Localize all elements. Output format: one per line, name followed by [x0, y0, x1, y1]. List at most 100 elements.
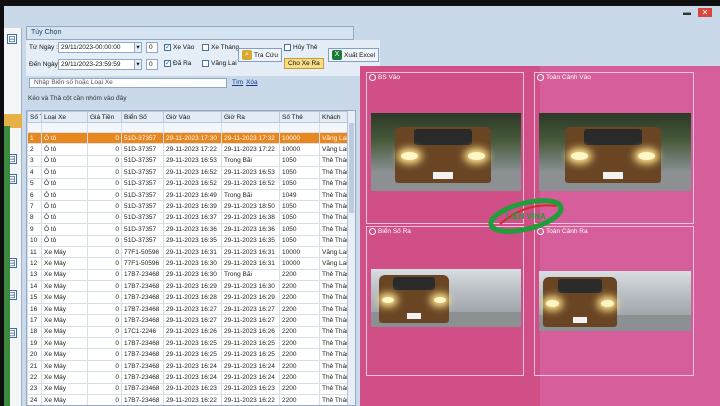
- table-cell: 0: [87, 166, 122, 179]
- table-cell: Xe Máy: [41, 314, 88, 327]
- table-row[interactable]: 10 Ô tô 0 51D-37357 29-11-2023 16:35 29-11-20…: [27, 234, 350, 247]
- da-ra-label: Đã Ra: [173, 60, 192, 67]
- filter-cell[interactable]: [279, 122, 320, 133]
- table-cell: 2200: [279, 382, 320, 396]
- table-cell: 1050: [279, 177, 320, 190]
- table-row[interactable]: 22 Xe Máy 0 17B7-23468 29-11-2023 16:24 29-11…: [27, 371, 350, 384]
- table-row[interactable]: 1Ô tô 0 51D-37357 29-11-2023 17:30 29-11-202…: [27, 131, 350, 145]
- collapse-icon[interactable]: ⊟: [7, 34, 17, 44]
- to-spin-input[interactable]: 0: [146, 59, 158, 70]
- checkbox-checked-icon: ✓: [164, 60, 171, 67]
- minimize-button[interactable]: ▬: [680, 8, 694, 17]
- scrollbar-thumb[interactable]: [349, 123, 354, 213]
- table-cell: 51D-37357: [121, 177, 164, 190]
- table-cell: 51D-37357: [121, 166, 164, 179]
- from-spin-input[interactable]: 0: [146, 42, 158, 53]
- chevron-down-icon[interactable]: ▾: [134, 42, 142, 53]
- table-cell: 17B7-23468: [121, 359, 164, 373]
- filter-cell[interactable]: [41, 122, 88, 133]
- table-cell: Vãng Lai: [319, 143, 350, 156]
- column-header[interactable]: Khách: [319, 111, 350, 123]
- column-header[interactable]: Số T: [27, 111, 42, 123]
- table-cell: 1050: [279, 166, 320, 179]
- vang-lai-checkbox[interactable]: Vãng Lai: [202, 60, 237, 67]
- table-cell: 2: [27, 143, 42, 156]
- clear-link[interactable]: Xóa: [246, 79, 258, 86]
- table-row[interactable]: 16 Xe Máy 0 17B7-23468 29-11-2023 16:27 29-11…: [27, 302, 350, 316]
- table-cell: Thẻ Tháng: [319, 359, 350, 373]
- table-row[interactable]: 5Ô tô 0 51D-37357 29-11-2023 16:52 29-11-202…: [27, 177, 350, 190]
- filter-cell[interactable]: [87, 122, 122, 133]
- table-cell: 17B7-23468: [121, 280, 164, 293]
- filter-cell[interactable]: [163, 122, 222, 133]
- filter-cell[interactable]: [27, 122, 42, 133]
- column-header[interactable]: Giá Tiền: [87, 111, 122, 123]
- huy-the-label: Hủy Thẻ: [293, 44, 318, 51]
- column-header[interactable]: Giờ Vào: [163, 111, 222, 123]
- from-date-input[interactable]: 29/11/2023-00:00:00: [58, 42, 142, 53]
- xe-thang-checkbox[interactable]: Xe Tháng: [202, 44, 239, 51]
- table-cell: Ô tô: [41, 200, 88, 213]
- table-cell: 0: [87, 337, 122, 350]
- cho-xe-ra-button[interactable]: Cho Xe Ra: [284, 58, 324, 69]
- table-cell: 51D-37357: [121, 200, 164, 213]
- column-header[interactable]: Loại Xe: [41, 111, 88, 123]
- xe-vao-checkbox[interactable]: ✓ Xe Vào: [164, 44, 194, 51]
- to-date-input[interactable]: 29/11/2023-23:59:59: [58, 59, 142, 70]
- da-ra-checkbox[interactable]: ✓ Đã Ra: [164, 60, 191, 67]
- vertical-scrollbar[interactable]: [347, 111, 355, 405]
- find-link[interactable]: Tìm: [232, 79, 243, 86]
- table-row[interactable]: 17 Xe Máy 0 17B7-23468 29-11-2023 16:27 29-11…: [27, 314, 350, 327]
- table-row[interactable]: 13 Xe Máy 0 17B7-23468 29-11-2023 16:30 Trong…: [27, 268, 350, 282]
- table-row[interactable]: 7Ô tô 0 51D-37357 29-11-2023 16:39 29-11-202…: [27, 200, 350, 213]
- table-cell: 0: [87, 143, 122, 156]
- table-row[interactable]: 19 Xe Máy 0 17B7-23468 29-11-2023 16:25 29-11…: [27, 337, 350, 350]
- table-row[interactable]: 23 Xe Máy 0 17B7-23468 29-11-2023 16:23 29-11…: [27, 382, 350, 396]
- table-row[interactable]: 8Ô tô 0 51D-37357 29-11-2023 16:37 29-11-202…: [27, 211, 350, 225]
- table-row[interactable]: 3Ô tô 0 51D-37357 29-11-2023 16:53 Trong Bãi…: [27, 154, 350, 168]
- tra-cuu-button[interactable]: ⌕ Tra Cứu: [238, 48, 282, 62]
- column-header[interactable]: Giờ Ra: [221, 111, 280, 123]
- table-cell: Xe Máy: [41, 245, 88, 259]
- table-cell: 0: [87, 325, 122, 339]
- table-cell: Ô tô: [41, 211, 88, 225]
- table-row[interactable]: 2Ô tô 0 51D-37357 29-11-2023 17:22 29-11-202…: [27, 143, 350, 156]
- table-row[interactable]: 9Ô tô 0 51D-37357 29-11-2023 16:36 29-11-202…: [27, 223, 350, 236]
- table-row[interactable]: 15 Xe Máy 0 17B7-23468 29-11-2023 16:28 29-11…: [27, 291, 350, 304]
- camera-title: Biển Số Ra: [369, 228, 411, 235]
- checkbox-icon: [202, 44, 209, 51]
- table-cell: 2200: [279, 314, 320, 327]
- filter-cell[interactable]: [221, 122, 280, 133]
- table-cell: Thẻ Tháng: [319, 337, 350, 350]
- table-row[interactable]: 24 Xe Máy 0 17B7-23468 29-11-2023 16:22 29-11…: [27, 393, 350, 405]
- table-cell: 29-11-2023 16:24: [163, 371, 222, 384]
- vehicle-table: Số TLoại XeGiá TiềnBiển SốGiờ VàoGiờ RaS…: [27, 111, 350, 405]
- filter-cell[interactable]: [121, 122, 164, 133]
- table-cell: Xe Máy: [41, 291, 88, 304]
- table-cell: Thẻ Tháng: [319, 314, 350, 327]
- close-button[interactable]: ✕: [698, 8, 712, 17]
- table-cell: 29-11-2023 16:52: [163, 166, 222, 179]
- table-cell: 1050: [279, 223, 320, 236]
- table-row[interactable]: 20 Xe Máy 0 17B7-23468 29-11-2023 16:25 29-11…: [27, 348, 350, 361]
- table-row[interactable]: 18 Xe Máy 0 17C1-2246 29-11-2023 16:26 29-11-…: [27, 325, 350, 339]
- table-cell: Thẻ Tháng: [319, 302, 350, 316]
- table-cell: 17B7-23468: [121, 291, 164, 304]
- table-cell: Xe Máy: [41, 371, 88, 384]
- table-row[interactable]: 12 Xe Máy 0 77F1-50596 29-11-2023 16:30 29-11…: [27, 257, 350, 270]
- table-cell: 5: [27, 177, 42, 190]
- table-row[interactable]: 6Ô tô 0 51D-37357 29-11-2023 16:49 Trong Bãi…: [27, 188, 350, 202]
- table-cell: 51D-37357: [121, 234, 164, 247]
- column-header[interactable]: Số Thẻ: [279, 111, 320, 123]
- column-header[interactable]: Biển Số: [121, 111, 164, 123]
- huy-the-checkbox[interactable]: Hủy Thẻ: [284, 44, 317, 51]
- table-row[interactable]: 11 Xe Máy 0 77F1-50596 29-11-2023 16:31 29-11…: [27, 245, 350, 259]
- table-row[interactable]: 4Ô tô 0 51D-37357 29-11-2023 16:52 29-11-202…: [27, 166, 350, 179]
- table-cell: 29-11-2023 16:27: [163, 314, 222, 327]
- filter-cell[interactable]: [319, 122, 350, 133]
- table-row[interactable]: 21 Xe Máy 0 17B7-23468 29-11-2023 16:24 29-11…: [27, 359, 350, 373]
- xuat-excel-button[interactable]: X Xuất Excel: [328, 48, 380, 62]
- search-input[interactable]: Nhập Biển số hoặc Loại Xe: [29, 78, 227, 88]
- chevron-down-icon[interactable]: ▾: [134, 59, 142, 70]
- table-row[interactable]: 14 Xe Máy 0 17B7-23468 29-11-2023 16:29 29-11…: [27, 280, 350, 293]
